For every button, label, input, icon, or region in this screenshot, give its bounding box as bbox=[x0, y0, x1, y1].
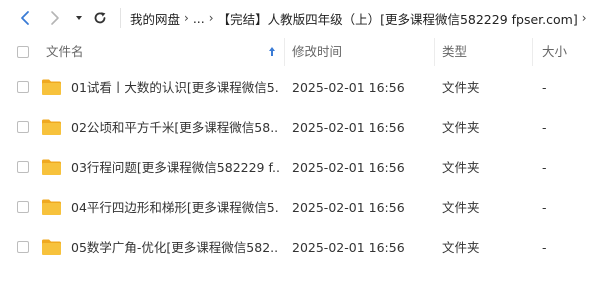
file-size: - bbox=[542, 240, 547, 255]
column-header-type[interactable]: 类型 bbox=[442, 38, 467, 66]
breadcrumb-separator: › bbox=[184, 11, 189, 25]
file-type: 文件夹 bbox=[442, 120, 480, 135]
folder-icon bbox=[42, 119, 61, 135]
file-list-header: 文件名 修改时间 类型 大小 bbox=[0, 38, 603, 66]
breadcrumb-ellipsis[interactable]: ... bbox=[193, 11, 205, 26]
file-type: 文件夹 bbox=[442, 240, 480, 255]
file-type: 文件夹 bbox=[442, 160, 480, 175]
file-size: - bbox=[542, 120, 547, 135]
toolbar-divider bbox=[120, 8, 121, 28]
file-modified: 2025-02-01 16:56 bbox=[292, 200, 405, 215]
row-checkbox[interactable] bbox=[17, 121, 29, 133]
column-header-modified[interactable]: 修改时间 bbox=[292, 38, 342, 66]
column-divider[interactable] bbox=[284, 38, 285, 66]
file-size: - bbox=[542, 160, 547, 175]
file-name[interactable]: 05数学广角-优化[更多课程微信582... bbox=[71, 228, 279, 268]
column-header-size[interactable]: 大小 bbox=[542, 38, 567, 66]
file-size: - bbox=[542, 80, 547, 95]
file-row[interactable]: 05数学广角-优化[更多课程微信582... 2025-02-01 16:56 … bbox=[0, 228, 603, 268]
breadcrumb: 我的网盘 › ... › 【完结】人教版四年级（上）[更多课程微信582229 … bbox=[130, 0, 603, 36]
column-divider[interactable] bbox=[532, 38, 533, 66]
column-divider[interactable] bbox=[434, 38, 435, 66]
row-checkbox[interactable] bbox=[17, 161, 29, 173]
file-size: - bbox=[542, 200, 547, 215]
file-modified: 2025-02-01 16:56 bbox=[292, 120, 405, 135]
back-button[interactable] bbox=[16, 9, 34, 27]
file-type: 文件夹 bbox=[442, 80, 480, 95]
file-name[interactable]: 04平行四边形和梯形[更多课程微信5... bbox=[71, 188, 279, 228]
toolbar: 我的网盘 › ... › 【完结】人教版四年级（上）[更多课程微信582229 … bbox=[0, 0, 603, 36]
file-name[interactable]: 03行程问题[更多课程微信582229 f... bbox=[71, 148, 279, 188]
file-name[interactable]: 01试看丨大数的认识[更多课程微信5... bbox=[71, 68, 279, 108]
caret-down-icon bbox=[76, 16, 82, 20]
chevron-left-icon bbox=[21, 11, 29, 25]
file-row[interactable]: 03行程问题[更多课程微信582229 f... 2025-02-01 16:5… bbox=[0, 148, 603, 188]
folder-icon bbox=[42, 159, 61, 175]
refresh-button[interactable] bbox=[91, 9, 109, 27]
file-modified: 2025-02-01 16:56 bbox=[292, 240, 405, 255]
file-modified: 2025-02-01 16:56 bbox=[292, 80, 405, 95]
select-all-checkbox[interactable] bbox=[17, 46, 29, 58]
refresh-icon bbox=[94, 12, 106, 24]
folder-icon bbox=[42, 239, 61, 255]
file-type: 文件夹 bbox=[442, 200, 480, 215]
row-checkbox[interactable] bbox=[17, 201, 29, 213]
file-name[interactable]: 02公顷和平方千米[更多课程微信58... bbox=[71, 108, 279, 148]
row-checkbox[interactable] bbox=[17, 81, 29, 93]
breadcrumb-root[interactable]: 我的网盘 bbox=[130, 9, 180, 28]
breadcrumb-current[interactable]: 【完结】人教版四年级（上）[更多课程微信582229 fpser.com] bbox=[218, 9, 578, 28]
breadcrumb-separator: › bbox=[581, 11, 587, 25]
forward-button[interactable] bbox=[46, 9, 64, 27]
column-header-name[interactable]: 文件名 bbox=[46, 38, 84, 66]
breadcrumb-separator: › bbox=[208, 11, 214, 25]
file-modified: 2025-02-01 16:56 bbox=[292, 160, 405, 175]
file-row[interactable]: 04平行四边形和梯形[更多课程微信5... 2025-02-01 16:56 文… bbox=[0, 188, 603, 228]
row-checkbox[interactable] bbox=[17, 241, 29, 253]
sort-ascending-icon[interactable] bbox=[268, 39, 276, 67]
folder-icon bbox=[42, 79, 61, 95]
chevron-right-icon bbox=[51, 11, 59, 25]
file-row[interactable]: 02公顷和平方千米[更多课程微信58... 2025-02-01 16:56 文… bbox=[0, 108, 603, 148]
file-row[interactable]: 01试看丨大数的认识[更多课程微信5... 2025-02-01 16:56 文… bbox=[0, 68, 603, 108]
history-dropdown-button[interactable] bbox=[70, 9, 88, 27]
folder-icon bbox=[42, 199, 61, 215]
